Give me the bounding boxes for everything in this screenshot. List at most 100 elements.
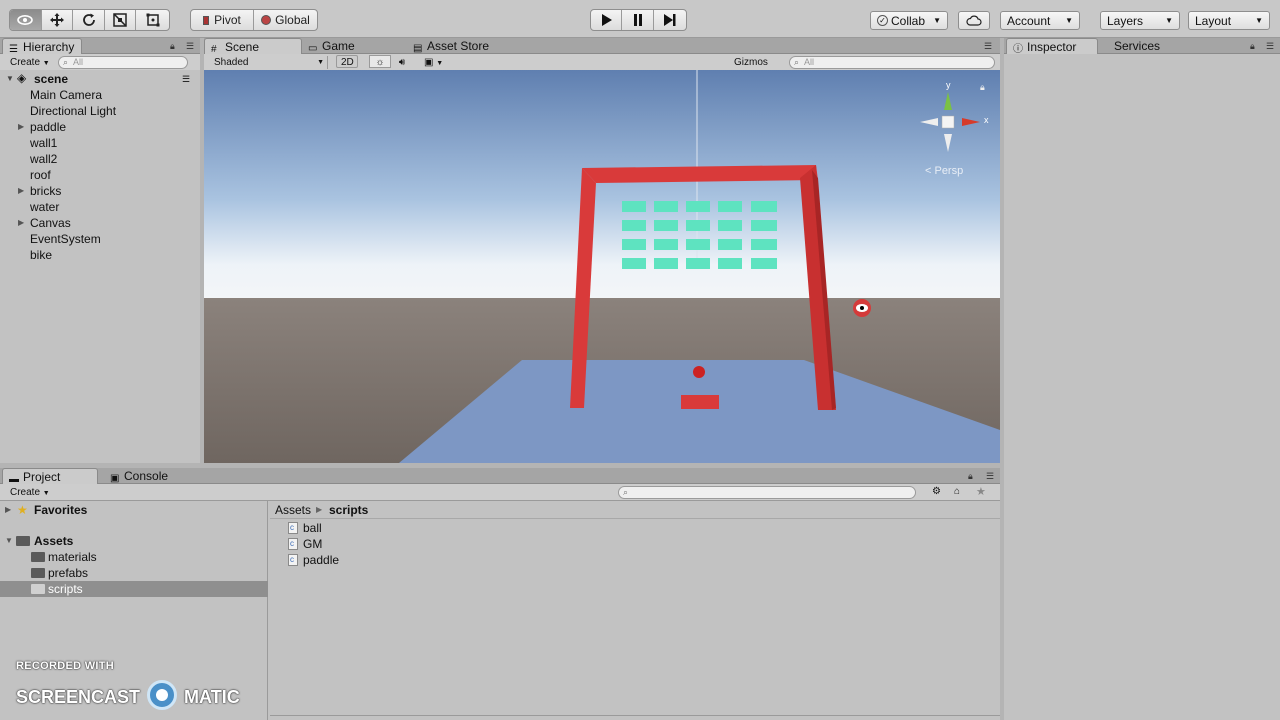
audio-toggle-speaker-icon[interactable]: 🔊︎ [391, 56, 413, 69]
tab-game[interactable]: ▭ Game [302, 38, 402, 54]
hierarchy-item[interactable]: ▶ Canvas [0, 215, 200, 231]
global-button[interactable]: Global [254, 10, 317, 30]
create-label: Create [10, 57, 41, 68]
panel-menu-icon[interactable]: ☰ [1266, 41, 1274, 52]
scene-root-row[interactable]: ▼ ◈ scene ☰ [0, 71, 200, 87]
effects-dropdown-image-icon[interactable]: ▣ ▼ [420, 56, 450, 69]
hierarchy-item[interactable]: bike [0, 247, 200, 263]
step-button[interactable] [654, 10, 686, 30]
scene-search-input[interactable]: ⌕ All [789, 56, 995, 69]
tab-scene[interactable]: # Scene [204, 38, 302, 55]
hierarchy-search-input[interactable]: ⌕ All [58, 56, 188, 69]
panel-menu-icon[interactable]: ☰ [986, 471, 994, 482]
scale-tool-icon[interactable] [105, 10, 137, 30]
tab-inspector[interactable]: ⓘ Inspector [1006, 38, 1098, 55]
expand-down-icon[interactable]: ▼ [5, 533, 13, 549]
lock-icon[interactable]: 🔒︎ [1250, 41, 1255, 52]
layers-dropdown[interactable]: Layers ▼ [1100, 11, 1180, 30]
filter-by-label-icon[interactable]: ⌂ [954, 486, 960, 497]
panel-menu-icon[interactable]: ☰ [186, 41, 194, 52]
assets-root-row[interactable]: ▼ Assets [0, 533, 268, 549]
pause-icon [633, 14, 642, 26]
shading-mode-dropdown[interactable]: Shaded ▼ [210, 56, 328, 69]
favorite-star-icon[interactable]: ★ [976, 485, 986, 498]
csharp-script-icon [288, 552, 298, 568]
scene-viewport[interactable]: y x 🔒︎ < Persp [204, 70, 1000, 463]
expand-right-icon[interactable]: ▶ [18, 119, 24, 135]
collab-dropdown[interactable]: ✓ Collab ▼ [870, 11, 948, 30]
account-dropdown[interactable]: Account ▼ [1000, 11, 1080, 30]
cloud-button[interactable] [958, 11, 990, 30]
scene-toolbar: Shaded ▼ 2D ☼ 🔊︎ ▣ ▼ Gizmos ▼ ⌕ All [204, 54, 1000, 80]
tab-console[interactable]: ▣ Console [104, 468, 194, 484]
file-item[interactable]: GM [288, 536, 322, 552]
folder-icon [31, 568, 45, 578]
hierarchy-item[interactable]: roof [0, 167, 200, 183]
expand-right-icon[interactable]: ▶ [18, 215, 24, 231]
hierarchy-create-button[interactable]: Create ▼ [6, 56, 54, 69]
watermark-line1: RECORDED WITH [16, 660, 115, 672]
pivot-button[interactable]: Pivot [191, 10, 255, 30]
filter-by-type-icon[interactable]: ⚙︎ [932, 486, 941, 497]
breadcrumb-root[interactable]: Assets [275, 501, 311, 519]
expand-right-icon[interactable]: ▶ [5, 502, 11, 518]
tab-hierarchy[interactable]: ☰ Hierarchy [2, 38, 82, 55]
expand-down-icon[interactable]: ▼ [6, 71, 14, 87]
hierarchy-item[interactable]: ▶ paddle [0, 119, 200, 135]
hierarchy-item-label: Main Camera [30, 88, 103, 102]
star-icon: ★ [17, 503, 28, 517]
folder-row[interactable]: materials [0, 549, 268, 565]
gizmo-axis-y: y [946, 80, 951, 90]
lock-icon[interactable]: 🔒︎ [968, 471, 973, 482]
tab-project[interactable]: ▬ Project [2, 468, 98, 485]
move-tool-icon[interactable] [42, 10, 74, 30]
expand-right-icon[interactable]: ▶ [18, 183, 24, 199]
folder-row[interactable]: prefabs [0, 565, 268, 581]
global-label: Global [275, 13, 310, 27]
tab-services[interactable]: Services [1094, 38, 1184, 54]
csharp-script-icon [288, 520, 298, 536]
search-icon: ⌕ [623, 487, 629, 497]
hierarchy-item[interactable]: EventSystem [0, 231, 200, 247]
file-item[interactable]: paddle [288, 552, 339, 568]
hierarchy-item-label: wall2 [30, 152, 58, 166]
breadcrumb-current[interactable]: scripts [329, 501, 368, 519]
scene-tabbar: # Scene ▭ Game ▤ Asset Store ☰ [204, 38, 1000, 55]
folder-row-selected[interactable]: scripts [0, 581, 268, 597]
play-button[interactable] [591, 10, 623, 30]
hierarchy-item[interactable]: wall2 [0, 151, 200, 167]
gizmos-dropdown[interactable]: Gizmos ▼ [730, 56, 780, 80]
hierarchy-item[interactable]: water [0, 199, 200, 215]
watermark-left: SCREENCAST [16, 687, 141, 707]
search-icon: ⌕ [63, 57, 69, 67]
view-tool-eye-icon[interactable] [10, 10, 42, 30]
account-label: Account [1007, 13, 1051, 28]
panel-menu-icon[interactable]: ☰ [984, 41, 992, 52]
paddle [681, 395, 719, 409]
projection-toggle[interactable]: < Persp [925, 165, 963, 177]
hierarchy-item[interactable]: wall1 [0, 135, 200, 151]
hierarchy-item-label: EventSystem [30, 232, 101, 246]
pause-button[interactable] [622, 10, 654, 30]
hierarchy-tabbar: ☰ Hierarchy 🔒︎ ☰ [0, 38, 200, 55]
scene-menu-icon[interactable]: ☰ [182, 71, 190, 87]
hierarchy-item[interactable]: ▶ bricks [0, 183, 200, 199]
ball [693, 366, 705, 378]
favorites-row[interactable]: ▶ ★ Favorites [0, 502, 268, 518]
2d-toggle[interactable]: 2D [336, 55, 358, 68]
lock-icon[interactable]: 🔒︎ [980, 82, 985, 93]
project-create-button[interactable]: Create ▼ [6, 486, 54, 499]
project-search-input[interactable]: ⌕ [618, 486, 916, 499]
tab-console-label: Console [124, 469, 169, 483]
2d-label: 2D [341, 57, 354, 68]
file-item[interactable]: ball [288, 520, 322, 536]
rect-tool-icon[interactable] [136, 10, 169, 30]
lock-icon[interactable]: 🔒︎ [170, 41, 175, 52]
rotate-tool-icon[interactable] [73, 10, 105, 30]
lighting-toggle-sun-icon[interactable]: ☼ [369, 55, 391, 68]
hierarchy-item[interactable]: Directional Light [0, 103, 200, 119]
tab-asset-store[interactable]: ▤ Asset Store [407, 38, 517, 54]
hierarchy-item-label: wall1 [30, 136, 58, 150]
layout-dropdown[interactable]: Layout ▼ [1188, 11, 1270, 30]
hierarchy-item[interactable]: Main Camera [0, 87, 200, 103]
